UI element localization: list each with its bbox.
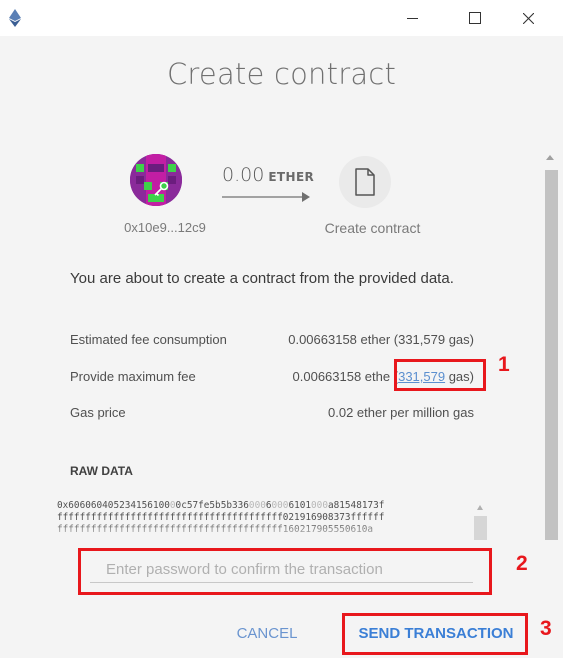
maximize-button[interactable] bbox=[452, 0, 498, 36]
raw-data-segment: 000 bbox=[248, 500, 266, 511]
raw-data-fade bbox=[57, 520, 487, 545]
estimated-fee-value: 0.00663158 ether (331,579 gas) bbox=[288, 332, 474, 347]
close-icon bbox=[522, 12, 534, 24]
info-text: You are about to create a contract from … bbox=[70, 270, 454, 287]
raw-data-segment: a81548173f bbox=[327, 500, 385, 511]
raw-data-scrollbar[interactable] bbox=[471, 502, 487, 546]
raw-data-segment: 0c57fe5b5b336 bbox=[175, 500, 249, 511]
close-button[interactable] bbox=[505, 0, 551, 36]
annotation-box-3 bbox=[342, 613, 528, 655]
title-bar bbox=[0, 0, 563, 36]
raw-data-segment: 000 bbox=[271, 500, 289, 511]
from-address: 0x10e9...12c9 bbox=[124, 220, 206, 235]
key-icon bbox=[154, 181, 169, 197]
raw-data-line: 0x60606040523415610000c57fe5b5b336000600… bbox=[57, 500, 487, 512]
scroll-up-arrow-icon[interactable] bbox=[545, 153, 555, 163]
ethereum-icon bbox=[9, 9, 21, 27]
document-icon bbox=[355, 168, 375, 196]
gas-price-value: 0.02 ether per million gas bbox=[328, 405, 474, 420]
maximize-icon bbox=[469, 12, 481, 24]
estimated-fee-label: Estimated fee consumption bbox=[70, 332, 227, 347]
max-fee-label: Provide maximum fee bbox=[70, 369, 196, 384]
page-title: Create contract bbox=[166, 57, 397, 91]
max-fee-prefix: 0.00663158 ethe bbox=[292, 369, 391, 384]
raw-data-label: RAW DATA bbox=[70, 464, 133, 478]
create-contract-window: Create contract 0x10e9...12c9 0.00ETHER bbox=[0, 0, 563, 658]
annotation-number-2: 2 bbox=[516, 552, 528, 575]
scrollbar-thumb[interactable] bbox=[545, 170, 558, 540]
minimize-icon bbox=[406, 17, 418, 19]
annotation-number-1: 1 bbox=[498, 353, 510, 376]
cancel-button[interactable]: CANCEL bbox=[226, 622, 308, 646]
amount-value: 0.00 bbox=[222, 164, 265, 186]
annotation-box-1 bbox=[394, 359, 486, 391]
arrow-right-icon bbox=[222, 192, 310, 202]
minimize-button[interactable] bbox=[389, 0, 435, 36]
raw-data-segment: 000 bbox=[311, 500, 328, 511]
gas-price-label: Gas price bbox=[70, 405, 126, 420]
raw-data-segment: 0x606060405234156100 bbox=[57, 500, 170, 511]
annotation-box-2 bbox=[78, 548, 492, 595]
transfer-amount: 0.00 ETHER bbox=[222, 164, 314, 186]
contract-document-badge bbox=[339, 156, 391, 208]
amount-unit: ETHER bbox=[268, 170, 315, 184]
raw-data-scroll-thumb[interactable] bbox=[474, 516, 487, 540]
to-label: Create contract bbox=[324, 220, 421, 236]
raw-scroll-up-icon[interactable] bbox=[476, 504, 484, 512]
raw-data-segment: 6101 bbox=[288, 500, 312, 511]
annotation-number-3: 3 bbox=[540, 617, 552, 640]
